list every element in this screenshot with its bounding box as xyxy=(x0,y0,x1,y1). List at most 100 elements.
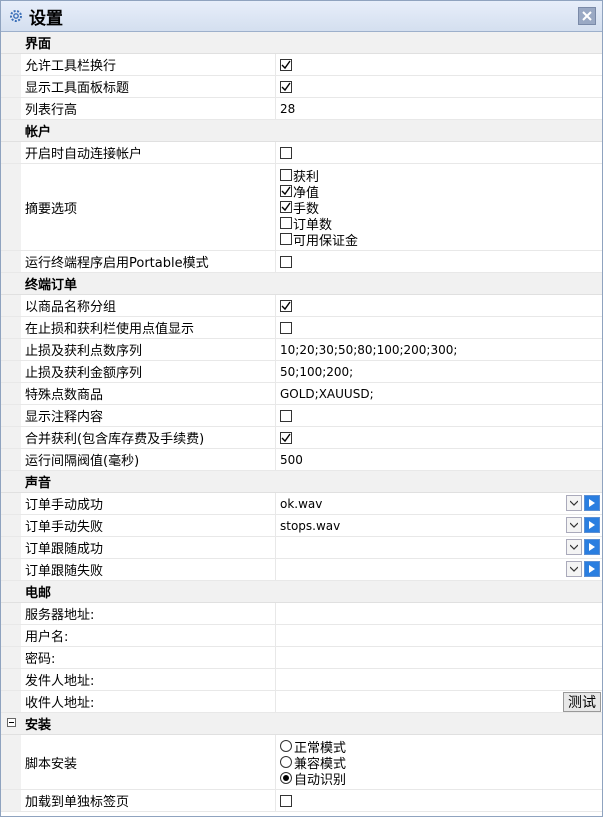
close-button[interactable] xyxy=(578,7,596,25)
property-row: 运行间隔阀值(毫秒) 500 xyxy=(1,449,602,471)
row-height-field[interactable]: 28 xyxy=(276,98,602,119)
chevron-down-icon[interactable] xyxy=(566,539,582,555)
property-grid: 界面 允许工具栏换行 显示工具面板标题 列表行高 28 帐户 开启时自动连接帐户 xyxy=(1,32,602,812)
show-comment-checkbox[interactable] xyxy=(280,409,292,422)
property-label: 开启时自动连接帐户 xyxy=(21,142,276,163)
property-row: 订单跟随成功 xyxy=(1,537,602,559)
property-row: 用户名: xyxy=(1,625,602,647)
play-icon[interactable] xyxy=(584,539,600,555)
category-email[interactable]: 电邮 xyxy=(1,581,602,603)
property-label: 密码: xyxy=(21,647,276,668)
property-row: 开启时自动连接帐户 xyxy=(1,142,602,164)
property-row: 在止损和获利栏使用点值显示 xyxy=(1,317,602,339)
server-field[interactable] xyxy=(276,603,602,624)
manual-fail-sound-field[interactable]: stops.wav xyxy=(280,519,340,533)
show-panel-title-checkbox[interactable] xyxy=(280,80,292,93)
property-row: 订单手动失败 stops.wav xyxy=(1,515,602,537)
category-title: 终端订单 xyxy=(25,278,78,293)
property-label: 止损及获利点数序列 xyxy=(21,339,276,360)
sl-tp-amount-list-field[interactable]: 50;100;200; xyxy=(276,361,602,382)
category-title: 安装 xyxy=(25,718,52,733)
property-row: 发件人地址: xyxy=(1,669,602,691)
property-row: 收件人地址: 测试 xyxy=(1,691,602,713)
sl-tp-points-list-field[interactable]: 10;20;30;50;80;100;200;300; xyxy=(276,339,602,360)
property-row: 止损及获利点数序列 10;20;30;50;80;100;200;300; xyxy=(1,339,602,361)
property-row: 摘要选项 获利 净值 手数 订单数 可用保证金 xyxy=(1,164,602,251)
property-label: 订单跟随成功 xyxy=(21,537,276,558)
chevron-down-icon[interactable] xyxy=(566,517,582,533)
play-icon[interactable] xyxy=(584,561,600,577)
property-row: 特殊点数商品 GOLD;XAUUSD; xyxy=(1,383,602,405)
category-terminal-orders[interactable]: 终端订单 xyxy=(1,273,602,295)
property-label: 收件人地址: xyxy=(21,691,276,712)
chevron-down-icon[interactable] xyxy=(566,495,582,511)
group-by-symbol-checkbox[interactable] xyxy=(280,299,292,312)
property-label: 显示工具面板标题 xyxy=(21,76,276,97)
property-row: 运行终端程序启用Portable模式 xyxy=(1,251,602,273)
checkbox[interactable] xyxy=(280,233,292,245)
checkbox[interactable] xyxy=(280,185,292,197)
interval-field[interactable]: 500 xyxy=(276,449,602,470)
property-label: 合并获利(包含库存费及手续费) xyxy=(21,427,276,448)
sender-field[interactable] xyxy=(276,669,602,690)
play-icon[interactable] xyxy=(584,495,600,511)
chevron-down-icon[interactable] xyxy=(566,561,582,577)
gear-icon xyxy=(7,7,25,25)
property-label: 用户名: xyxy=(21,625,276,646)
property-row: 以商品名称分组 xyxy=(1,295,602,317)
property-label: 止损及获利金额序列 xyxy=(21,361,276,382)
sl-tp-points-checkbox[interactable] xyxy=(280,321,292,334)
property-row: 服务器地址: xyxy=(1,603,602,625)
property-label: 订单手动失败 xyxy=(21,515,276,536)
test-button[interactable]: 测试 xyxy=(563,692,601,712)
property-row: 列表行高 28 xyxy=(1,98,602,120)
window-title: 设置 xyxy=(29,8,63,29)
allow-toolbar-wrap-checkbox[interactable] xyxy=(280,58,292,71)
settings-window: 设置 界面 允许工具栏换行 显示工具面板标题 列表行高 28 帐户 开启时自动连… xyxy=(0,0,603,817)
checkbox[interactable] xyxy=(280,201,292,213)
manual-success-sound-field[interactable]: ok.wav xyxy=(280,497,322,511)
property-label: 发件人地址: xyxy=(21,669,276,690)
merge-profit-checkbox[interactable] xyxy=(280,431,292,444)
category-title: 电邮 xyxy=(25,586,52,601)
category-title: 帐户 xyxy=(25,125,52,140)
username-field[interactable] xyxy=(276,625,602,646)
property-label: 允许工具栏换行 xyxy=(21,54,276,75)
category-install[interactable]: 安装 xyxy=(1,713,602,735)
checkbox[interactable] xyxy=(280,217,292,229)
property-row: 止损及获利金额序列 50;100;200; xyxy=(1,361,602,383)
separate-tab-checkbox[interactable] xyxy=(280,794,292,807)
play-icon[interactable] xyxy=(584,517,600,533)
property-row: 合并获利(包含库存费及手续费) xyxy=(1,427,602,449)
property-row: 密码: xyxy=(1,647,602,669)
property-label: 加载到单独标签页 xyxy=(21,790,276,811)
special-symbols-field[interactable]: GOLD;XAUUSD; xyxy=(276,383,602,404)
property-label: 摘要选项 xyxy=(21,164,276,250)
property-label: 脚本安装 xyxy=(21,735,276,789)
category-ui[interactable]: 界面 xyxy=(1,32,602,54)
radio[interactable] xyxy=(280,756,292,768)
radio-selected[interactable] xyxy=(280,772,292,784)
password-field[interactable] xyxy=(276,647,602,668)
property-label: 以商品名称分组 xyxy=(21,295,276,316)
close-icon xyxy=(582,11,592,21)
property-label: 特殊点数商品 xyxy=(21,383,276,404)
title-bar: 设置 xyxy=(1,1,602,32)
property-row: 显示注释内容 xyxy=(1,405,602,427)
auto-connect-checkbox[interactable] xyxy=(280,146,292,159)
property-label: 运行终端程序启用Portable模式 xyxy=(21,251,276,272)
property-label: 订单手动成功 xyxy=(21,493,276,514)
summary-option-free-margin[interactable]: 可用保证金 xyxy=(280,231,358,249)
install-mode-auto[interactable]: 自动识别 xyxy=(280,770,346,788)
property-row: 允许工具栏换行 xyxy=(1,54,602,76)
checkbox[interactable] xyxy=(280,169,292,181)
category-title: 声音 xyxy=(25,476,52,491)
category-sound[interactable]: 声音 xyxy=(1,471,602,493)
property-row: 加载到单独标签页 xyxy=(1,790,602,812)
category-account[interactable]: 帐户 xyxy=(1,120,602,142)
portable-checkbox[interactable] xyxy=(280,255,292,268)
collapse-icon[interactable] xyxy=(6,716,16,731)
property-row: 订单跟随失败 xyxy=(1,559,602,581)
property-label: 订单跟随失败 xyxy=(21,559,276,580)
radio[interactable] xyxy=(280,740,292,752)
